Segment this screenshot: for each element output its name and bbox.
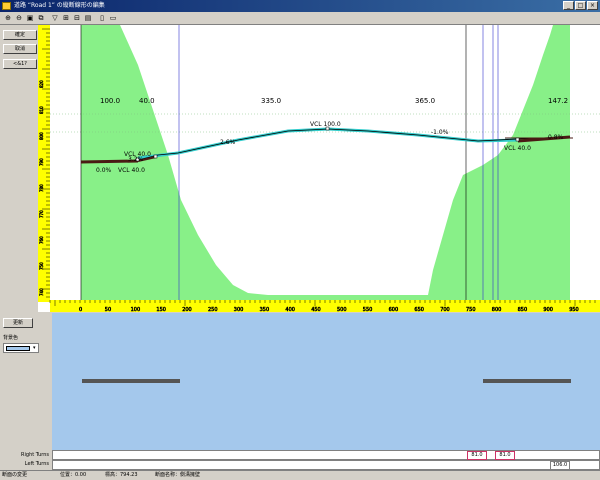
y-tick-label: 800 (39, 132, 44, 140)
grade-label: -1.0% (431, 129, 449, 136)
pvi-handle[interactable] (515, 137, 520, 142)
grade-label: 0.8% (548, 134, 564, 141)
background-color-swatch (6, 346, 30, 351)
confirm-button[interactable]: 確定 (3, 30, 37, 40)
window-title: 道路 “Road 1” の縦断線形の編集 (14, 2, 105, 9)
insert-ipt-icon[interactable]: ⊞ (61, 13, 71, 23)
status-section-name: 断面名称：側溝擁壁 (155, 472, 201, 478)
update-button[interactable]: 更新 (3, 318, 33, 328)
minimize-button[interactable]: _ (563, 1, 574, 10)
segment-length-label: 365.0 (415, 97, 435, 105)
section-canvas[interactable] (52, 313, 600, 450)
status-position: 位置：0.00 (60, 472, 87, 478)
background-label: 背景色 (3, 335, 19, 341)
x-tick-label: 300 (234, 307, 244, 312)
y-tick-label: 740 (39, 288, 44, 296)
vcl-label: VCL 100.0 (310, 121, 341, 128)
x-tick-label: 400 (285, 307, 295, 312)
x-tick-label: 0 (79, 307, 82, 312)
segment-length-label: 147.2 (548, 97, 568, 105)
x-tick-label: 850 (518, 307, 528, 312)
x-tick-label: 50 (105, 307, 111, 312)
right-turn-value[interactable]: 81.0 (467, 451, 487, 460)
app-icon (2, 2, 11, 10)
status-bar: 断面の変更 位置：0.00 標高：794.23 断面名称：側溝擁壁 (0, 470, 600, 480)
x-tick-label: 250 (208, 307, 218, 312)
segment-length-label: 335.0 (261, 97, 281, 105)
pvi-handle[interactable] (153, 154, 158, 159)
right-turn-value[interactable]: 81.0 (495, 451, 515, 460)
vcl-label: VCL 40.0 (124, 151, 151, 158)
delete-ipt-icon[interactable]: ⊟ (72, 13, 82, 23)
profile-view[interactable]: 820 810 800 790 780 770 760 750 740 0 50 100 150 200… (38, 25, 600, 313)
vcl-label: VCL 40.0 (118, 167, 145, 174)
print-icon[interactable]: ▯ (97, 13, 107, 23)
x-tick-label: 500 (337, 307, 347, 312)
y-tick-label: 780 (39, 184, 44, 192)
toolbar: ⊕ ⊖ ▣ ⧉ ▽ ⊞ ⊟ ▤ ▯ ▭ 本線 (0, 12, 600, 35)
y-tick-label: 820 (39, 80, 44, 88)
x-tick-label: 200 (182, 307, 192, 312)
turns-area: Right Turns Left Turns 81.0 81.0 106.0 (0, 450, 600, 470)
section-bar-right (483, 379, 571, 383)
grade-label: 0.0% (96, 167, 112, 174)
zoom-window-icon[interactable]: ⧉ (36, 13, 46, 23)
right-turns-label: Right Turns (21, 452, 49, 458)
status-action: 断面の変更 (2, 472, 28, 478)
terrain-area (81, 25, 570, 300)
x-tick-label: 550 (363, 307, 373, 312)
zoom-in-icon[interactable]: ⊕ (3, 13, 13, 23)
zoom-out-icon[interactable]: ⊖ (14, 13, 24, 23)
table-icon[interactable]: ▤ (83, 13, 93, 23)
x-tick-label: 150 (156, 307, 166, 312)
left-turn-value[interactable]: 106.0 (550, 461, 570, 470)
y-tick-label: 810 (39, 106, 44, 114)
x-tick-label: 950 (569, 307, 579, 312)
right-turns-row (52, 450, 600, 460)
grade-label: 2.6% (220, 139, 236, 146)
filter-icon[interactable]: ▽ (50, 13, 60, 23)
segment-length-label: 100.0 (100, 97, 120, 105)
close-button[interactable]: × (587, 1, 598, 10)
x-tick-label: 350 (260, 307, 270, 312)
zoom-fit-icon[interactable]: ▣ (25, 13, 35, 23)
x-tick-label: 100 (131, 307, 141, 312)
left-turns-row (52, 460, 600, 470)
x-tick-label: 750 (466, 307, 476, 312)
x-tick-label: 800 (492, 307, 502, 312)
y-tick-label: 770 (39, 210, 44, 218)
y-tick-label: 760 (39, 236, 44, 244)
section-bar-left (82, 379, 180, 383)
x-tick-label: 900 (543, 307, 553, 312)
left-turns-label: Left Turns (24, 461, 49, 467)
settings-icon[interactable]: ▭ (108, 13, 118, 23)
vcl-label: VCL 40.0 (504, 145, 531, 152)
y-tick-label: 790 (39, 158, 44, 166)
background-color-dropdown[interactable]: ▾ (3, 343, 39, 353)
status-elevation: 標高：794.23 (105, 472, 138, 478)
chevron-down-icon: ▾ (33, 345, 36, 351)
cancel-button[interactable]: 取消 (3, 44, 37, 54)
left-panel: 確定 取消 <&1? (0, 25, 40, 313)
segment-length-label: 40.0 (139, 97, 155, 105)
x-tick-label: 600 (389, 307, 399, 312)
x-tick-label: 700 (440, 307, 450, 312)
x-tick-label: 450 (311, 307, 321, 312)
y-tick-label: 750 (39, 262, 44, 270)
x-tick-label: 650 (414, 307, 424, 312)
title-bar: 道路 “Road 1” の縦断線形の編集 _ □ × (0, 0, 600, 12)
option-button[interactable]: <&1? (3, 59, 37, 69)
tangent-line[interactable] (137, 127, 519, 160)
maximize-button[interactable]: □ (575, 1, 586, 10)
